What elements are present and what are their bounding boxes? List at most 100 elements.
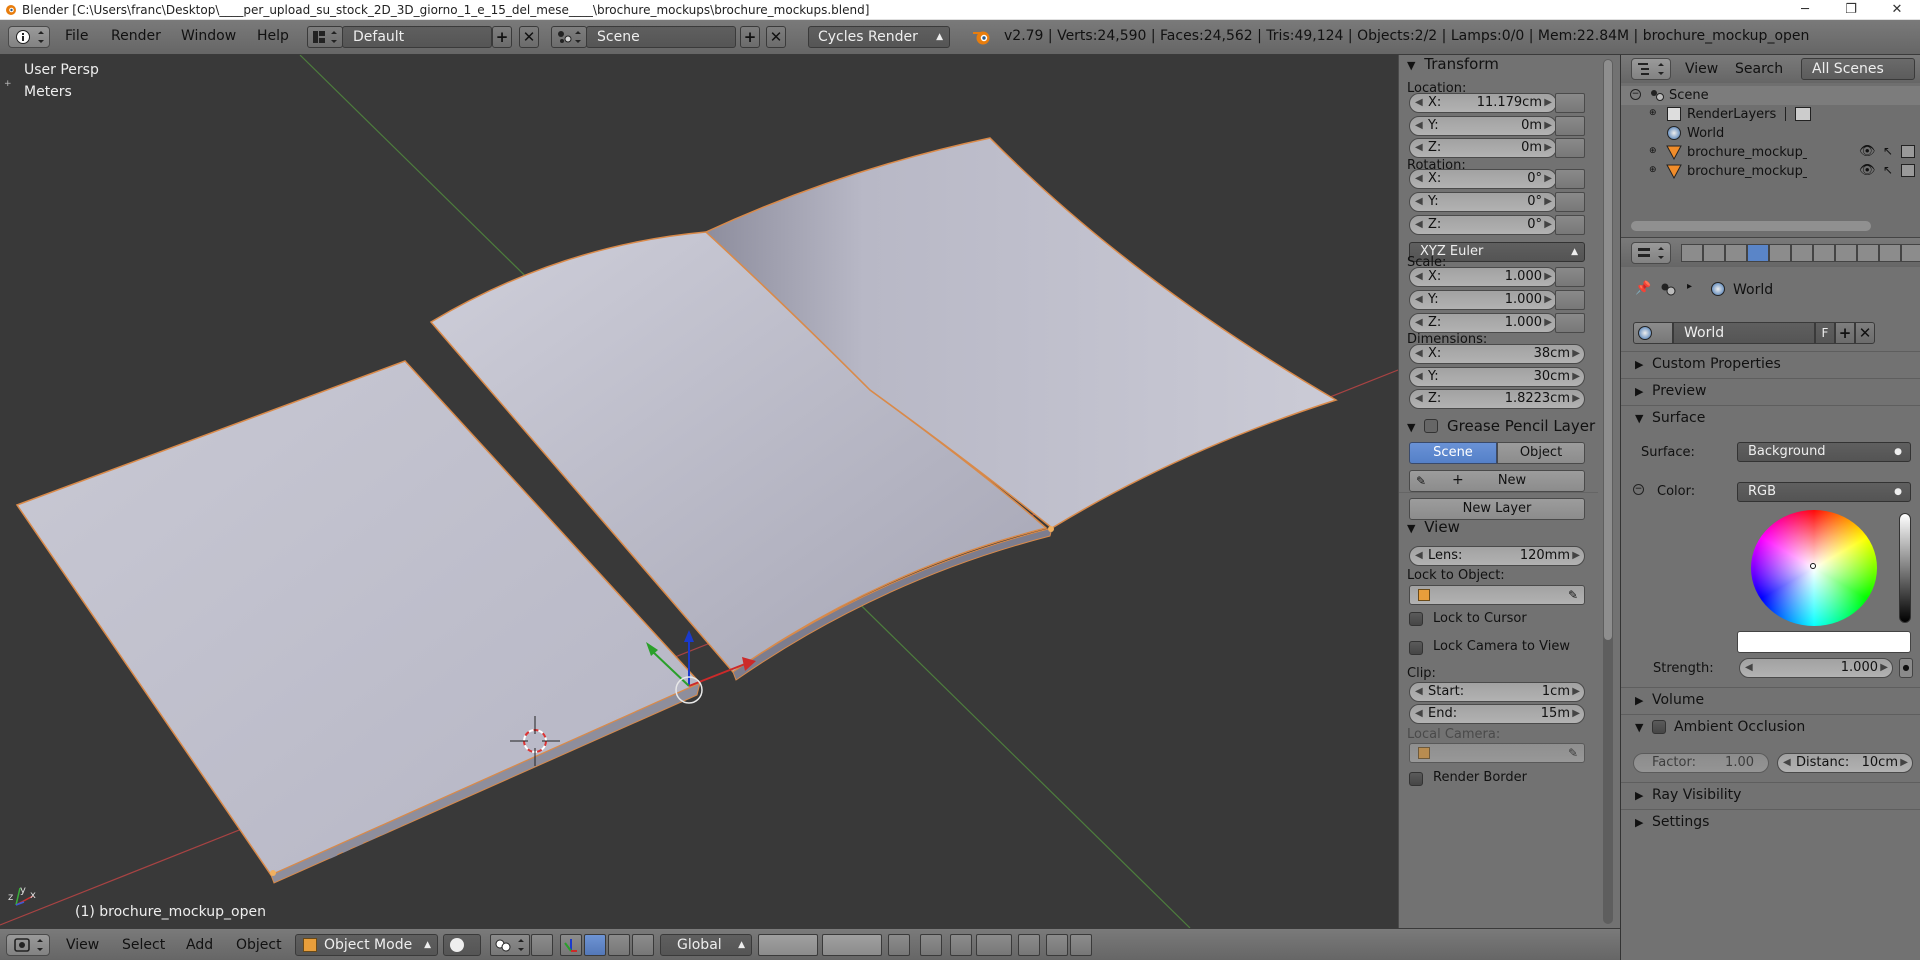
menu-render[interactable]: Render — [111, 28, 161, 44]
menu-add[interactable]: Add — [186, 937, 213, 953]
snap-toggle-icon[interactable] — [950, 934, 972, 956]
visibility-eye-icon[interactable]: 👁 — [1859, 144, 1876, 159]
manipulate-center-points-icon[interactable] — [531, 934, 553, 956]
menu-view[interactable]: View — [66, 937, 99, 953]
rotation-z-field[interactable]: ◀ Z: 0° ▶ — [1409, 215, 1557, 235]
grease-pencil-checkbox[interactable] — [1424, 419, 1439, 433]
scale-y-field[interactable]: ◀ Y: 1.000 ▶ — [1409, 290, 1557, 310]
menu-file[interactable]: File — [65, 28, 88, 44]
screen-layout-selector[interactable] — [307, 26, 343, 48]
location-z-field[interactable]: ◀ Z: 0m ▶ — [1409, 138, 1557, 158]
clip-end-field[interactable]: ◀ End: 15m ▶ — [1409, 704, 1585, 724]
dimensions-y-field[interactable]: ◀ Y: 30cm ▶ — [1409, 367, 1585, 387]
close-window-icon[interactable]: ✕ — [1874, 0, 1920, 20]
pin-icon[interactable]: 📌 — [1635, 281, 1651, 296]
custom-properties-panel-header[interactable]: ▶ Custom Properties — [1621, 351, 1920, 377]
transform-panel-header[interactable]: ▼ Transform — [1407, 55, 1499, 77]
ambient-occlusion-checkbox[interactable] — [1652, 720, 1666, 734]
scene-field[interactable]: Scene — [586, 26, 736, 48]
lock-location-y-icon[interactable] — [1555, 116, 1585, 136]
material-tab-icon[interactable] — [1857, 244, 1879, 262]
remove-scene-icon[interactable]: ✕ — [766, 26, 786, 48]
dimensions-x-field[interactable]: ◀ X: 38cm ▶ — [1409, 344, 1585, 364]
lock-scale-x-icon[interactable] — [1555, 267, 1585, 287]
outliner-item-brochure-closed[interactable]: ⊕ brochure_mockup_closed 👁 ↖ — [1621, 143, 1920, 162]
render-camera-icon[interactable] — [1901, 145, 1915, 158]
scene-tab-icon[interactable] — [1725, 244, 1747, 262]
proportional-edit-icon[interactable] — [920, 934, 942, 956]
manipulator-z-arrow-icon[interactable] — [684, 630, 694, 642]
object-tab-icon[interactable] — [1769, 244, 1791, 262]
render-layer-icon[interactable] — [1795, 107, 1811, 121]
transform-orientation-dropdown[interactable]: Global ▲ — [660, 934, 752, 956]
3d-viewport[interactable]: User Persp Meters + x y z (1) brochure_m… — [0, 55, 1398, 928]
data-tab-icon[interactable] — [1835, 244, 1857, 262]
restore-icon[interactable]: ❐ — [1828, 0, 1874, 20]
lock-to-cursor-checkbox[interactable] — [1409, 612, 1423, 626]
location-x-field[interactable]: ◀ X: 11.179cm ▶ — [1409, 93, 1557, 113]
editor-type-info-button[interactable] — [8, 26, 50, 48]
menu-window[interactable]: Window — [181, 28, 236, 44]
snap-target-icon[interactable] — [1018, 934, 1040, 956]
lock-rotation-z-icon[interactable] — [1555, 215, 1585, 235]
snap-element-dropdown[interactable] — [976, 934, 1012, 956]
sidebar-scroll-thumb[interactable] — [1604, 60, 1612, 640]
translate-manipulator-icon[interactable] — [584, 934, 606, 956]
world-browse-button[interactable] — [1633, 322, 1673, 344]
color-swatch[interactable] — [1737, 631, 1911, 653]
selectability-cursor-icon[interactable]: ↖ — [1883, 163, 1893, 177]
render-animation-icon[interactable] — [1070, 934, 1092, 956]
scale-x-field[interactable]: ◀ X: 1.000 ▶ — [1409, 267, 1557, 287]
rotate-manipulator-icon[interactable] — [608, 934, 630, 956]
outliner-menu-view[interactable]: View — [1685, 61, 1718, 77]
world-tab-icon[interactable] — [1747, 244, 1769, 262]
lock-scale-z-icon[interactable] — [1555, 313, 1585, 333]
editor-type-properties-button[interactable] — [1631, 242, 1671, 264]
new-layer-button[interactable]: New Layer — [1409, 498, 1585, 520]
lock-location-x-icon[interactable] — [1555, 93, 1585, 113]
color-node-dropdown[interactable]: RGB ● — [1737, 482, 1911, 502]
outliner-item-scene[interactable]: − Scene — [1621, 86, 1920, 105]
viewport-shading-dropdown[interactable] — [443, 934, 481, 956]
outliner-horizontal-scrollbar[interactable] — [1631, 221, 1871, 231]
lock-layers-icon[interactable] — [888, 934, 910, 956]
layer-buttons-group-1[interactable] — [758, 934, 818, 956]
modifiers-tab-icon[interactable] — [1813, 244, 1835, 262]
volume-panel-header[interactable]: ▶ Volume — [1621, 687, 1920, 713]
menu-help[interactable]: Help — [257, 28, 289, 44]
interaction-mode-dropdown[interactable]: Object Mode ▲ — [295, 934, 438, 956]
lock-scale-y-icon[interactable] — [1555, 290, 1585, 310]
outliner-item-renderlayers[interactable]: ⊕ RenderLayers — [1621, 105, 1920, 124]
fake-user-button[interactable]: F — [1815, 322, 1835, 344]
collapse-icon[interactable]: − — [1633, 484, 1644, 495]
screen-layout-field[interactable]: Default — [342, 26, 492, 48]
lock-to-object-field[interactable]: ✎ — [1409, 585, 1585, 605]
new-grease-pencil-button[interactable]: ✎ + New — [1409, 470, 1585, 492]
scene-selector[interactable] — [551, 26, 587, 48]
render-icon[interactable] — [1046, 934, 1068, 956]
lock-camera-to-view-checkbox[interactable] — [1409, 641, 1423, 655]
sidebar-scrollbar[interactable] — [1598, 55, 1620, 928]
menu-object[interactable]: Object — [236, 937, 282, 953]
texture-tab-icon[interactable] — [1879, 244, 1901, 262]
render-engine-dropdown[interactable]: Cycles Render ▲ — [808, 26, 950, 48]
grease-pencil-panel-header[interactable]: ▼ Grease Pencil Layer — [1407, 417, 1595, 439]
preview-panel-header[interactable]: ▶ Preview — [1621, 378, 1920, 404]
editor-type-3d-button[interactable] — [6, 934, 50, 956]
render-tab-icon[interactable] — [1681, 244, 1703, 262]
editor-type-outliner-button[interactable] — [1631, 58, 1671, 80]
outliner-item-brochure-open[interactable]: ⊕ brochure_mockup_open 👁 ↖ — [1621, 162, 1920, 181]
render-border-checkbox[interactable] — [1409, 772, 1423, 786]
world-name-field[interactable]: World — [1673, 322, 1815, 344]
outliner-menu-search[interactable]: Search — [1735, 61, 1783, 77]
selectability-cursor-icon[interactable]: ↖ — [1883, 144, 1893, 158]
particles-tab-icon[interactable] — [1901, 244, 1920, 262]
settings-panel-header[interactable]: ▶ Settings — [1621, 809, 1920, 835]
rotation-x-field[interactable]: ◀ X: 0° ▶ — [1409, 169, 1557, 189]
strength-field[interactable]: ◀ 1.000 ▶ — [1739, 658, 1893, 678]
pivot-point-dropdown[interactable] — [490, 934, 530, 956]
collapse-icon[interactable]: − — [1630, 89, 1641, 100]
ao-distance-field[interactable]: ◀ Distanc: 10cm ▶ — [1777, 753, 1913, 773]
ray-visibility-panel-header[interactable]: ▶ Ray Visibility — [1621, 782, 1920, 808]
eyedropper-icon[interactable]: ✎ — [1568, 586, 1578, 604]
